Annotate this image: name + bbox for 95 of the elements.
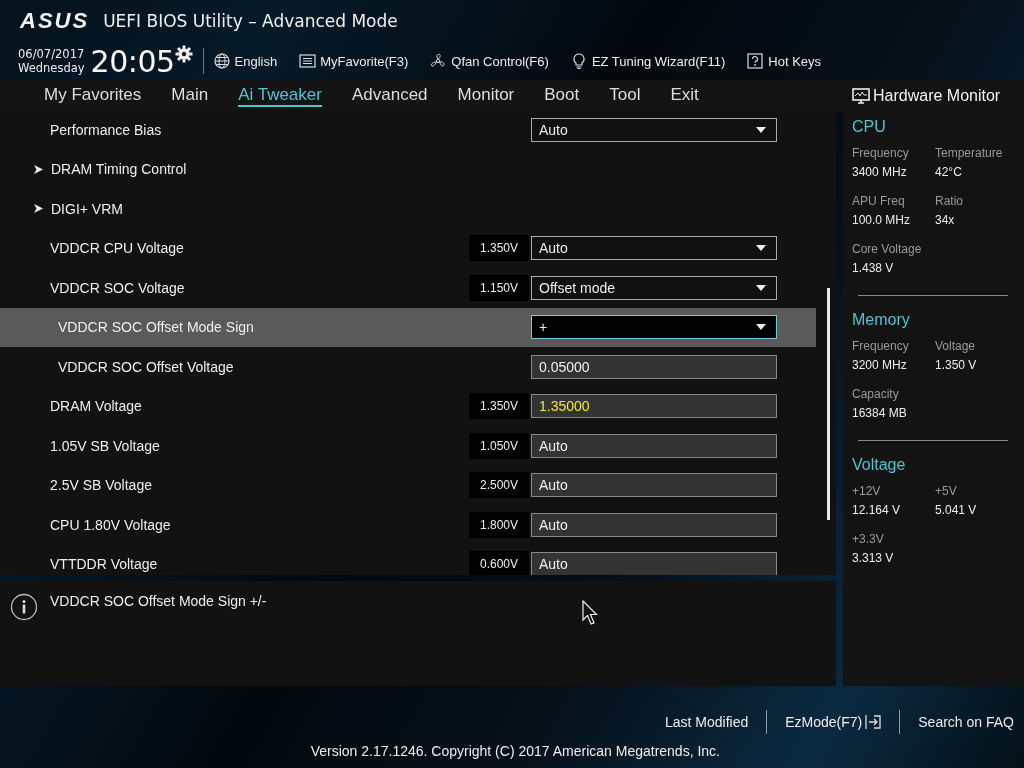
metric-label: Ratio (935, 194, 964, 208)
dropdown[interactable]: + (531, 315, 777, 340)
metric-value: 3.313 V (852, 551, 895, 565)
metric-label: +5V (935, 484, 958, 498)
input-field[interactable]: Auto (531, 473, 777, 498)
menu-tab[interactable]: Boot (544, 85, 580, 107)
menu-tab[interactable]: Main (171, 85, 209, 107)
metric-label: +12V (852, 484, 882, 498)
metric-label: Capacity (852, 387, 900, 401)
caret-icon (756, 126, 766, 133)
logo: ASUS (20, 8, 90, 34)
submenu-link[interactable]: DRAM Timing Control (51, 161, 187, 178)
date-text: 06/07/2017 (18, 47, 85, 61)
scrollbar[interactable] (827, 288, 830, 520)
info-icon (10, 593, 38, 621)
toolbar-button[interactable]: EZ Tuning Wizard(F11) (570, 52, 726, 70)
metric-value: 42°C (935, 165, 963, 179)
metric-label: +3.3V (852, 532, 885, 546)
setting-label: VTTDDR Voltage (50, 556, 158, 573)
caret-icon (756, 324, 766, 331)
menu-tab[interactable]: Monitor (457, 85, 515, 107)
panel-title: Hardware Monitor (873, 87, 1001, 105)
dropdown[interactable]: Auto (531, 117, 777, 142)
metric-value: 1.350 V (935, 358, 978, 372)
setting-label: VDDCR SOC Offset Mode Sign (58, 319, 254, 336)
input-field[interactable]: 1.35000 (531, 394, 777, 419)
menu-tab[interactable]: Tool (609, 85, 641, 107)
menu-tab[interactable]: Advanced (351, 85, 428, 107)
voltage-reading: 1.350V (469, 393, 529, 420)
globe-icon (213, 52, 231, 70)
section-title: Voltage (852, 456, 907, 474)
toolbar-button[interactable]: Qfan Control(F6) (430, 52, 549, 70)
toolbar-button[interactable]: Hot Keys (747, 52, 822, 70)
footer-link[interactable]: EzMode(F7) (785, 714, 882, 730)
help-text: VDDCR SOC Offset Mode Sign +/- (50, 593, 267, 609)
dropdown[interactable]: Offset mode (531, 275, 777, 300)
submenu-link[interactable]: DIGI+ VRM (51, 200, 123, 217)
metric-label: Core Voltage (852, 242, 923, 256)
metric-label: Frequency (852, 339, 910, 353)
metric-value: 16384 MB (852, 406, 908, 420)
metric-label: Voltage (935, 339, 977, 353)
toolbar-button[interactable]: English (213, 52, 278, 70)
setting-label: 1.05V SB Voltage (50, 437, 160, 454)
setting-label: 2.5V SB Voltage (50, 477, 152, 494)
metric-value: 1.438 V (852, 261, 895, 275)
voltage-reading: 1.050V (469, 432, 529, 459)
setting-label: DRAM Voltage (50, 398, 142, 415)
footer-link[interactable]: Last Modified (664, 714, 749, 730)
settings-icon (174, 45, 193, 63)
input-field[interactable]: 0.05000 (531, 354, 777, 379)
menu-tab[interactable]: Ai Tweaker (238, 85, 322, 107)
menu-tab[interactable]: My Favorites (44, 85, 142, 107)
mouse-cursor-icon (582, 600, 598, 626)
metric-value: 100.0 MHz (852, 213, 912, 227)
version-text: Version 2.17.1246. Copyright (C) 2017 American Megatrends, Inc. (310, 743, 720, 759)
toolbar-button[interactable]: MyFavorite(F3) (299, 52, 409, 70)
metric-value: 12.164 V (852, 503, 902, 517)
setting-label: Performance Bias (50, 121, 162, 138)
setting-label: VDDCR SOC Offset Voltage (58, 358, 234, 375)
metric-value: 5.041 V (935, 503, 978, 517)
voltage-reading: 1.350V (469, 235, 529, 262)
voltage-reading: 1.150V (469, 274, 529, 301)
window-title: UEFI BIOS Utility – Advanced Mode (103, 11, 398, 31)
metric-value: 3200 MHz (852, 358, 908, 372)
help-icon (747, 52, 765, 70)
input-field[interactable]: Auto (531, 552, 777, 575)
lightbulb-icon (570, 52, 588, 70)
metric-label: Frequency (852, 146, 910, 160)
menu-tab[interactable]: Exit (670, 85, 699, 107)
input-field[interactable]: Auto (531, 433, 777, 458)
setting-label: VDDCR CPU Voltage (50, 240, 184, 257)
setting-label: VDDCR SOC Voltage (50, 279, 185, 296)
caret-icon (756, 284, 766, 291)
list-icon (299, 52, 317, 70)
fan-icon (430, 52, 448, 70)
input-field[interactable]: Auto (531, 512, 777, 537)
metric-value: 3400 MHz (852, 165, 908, 179)
metric-value: 34x (935, 213, 956, 227)
metric-label: Temperature (935, 146, 1004, 160)
voltage-reading: 2.500V (469, 472, 529, 499)
metric-label: APU Freq (852, 194, 906, 208)
voltage-reading: 1.800V (469, 511, 529, 538)
footer-link[interactable]: Search on FAQ (918, 714, 1014, 730)
dropdown[interactable]: Auto (531, 236, 777, 261)
submenu-arrow-icon (34, 204, 43, 214)
section-title: CPU (852, 118, 887, 136)
submenu-arrow-icon (34, 164, 43, 174)
voltage-reading: 0.600V (469, 551, 529, 575)
setting-label: CPU 1.80V Voltage (50, 516, 171, 533)
exit-arrow-icon (865, 715, 882, 729)
weekday-text: Wednesday (18, 61, 85, 75)
caret-icon (756, 245, 766, 252)
section-title: Memory (852, 311, 911, 329)
monitor-icon (852, 87, 870, 105)
clock-time: 20:05 (90, 43, 175, 79)
